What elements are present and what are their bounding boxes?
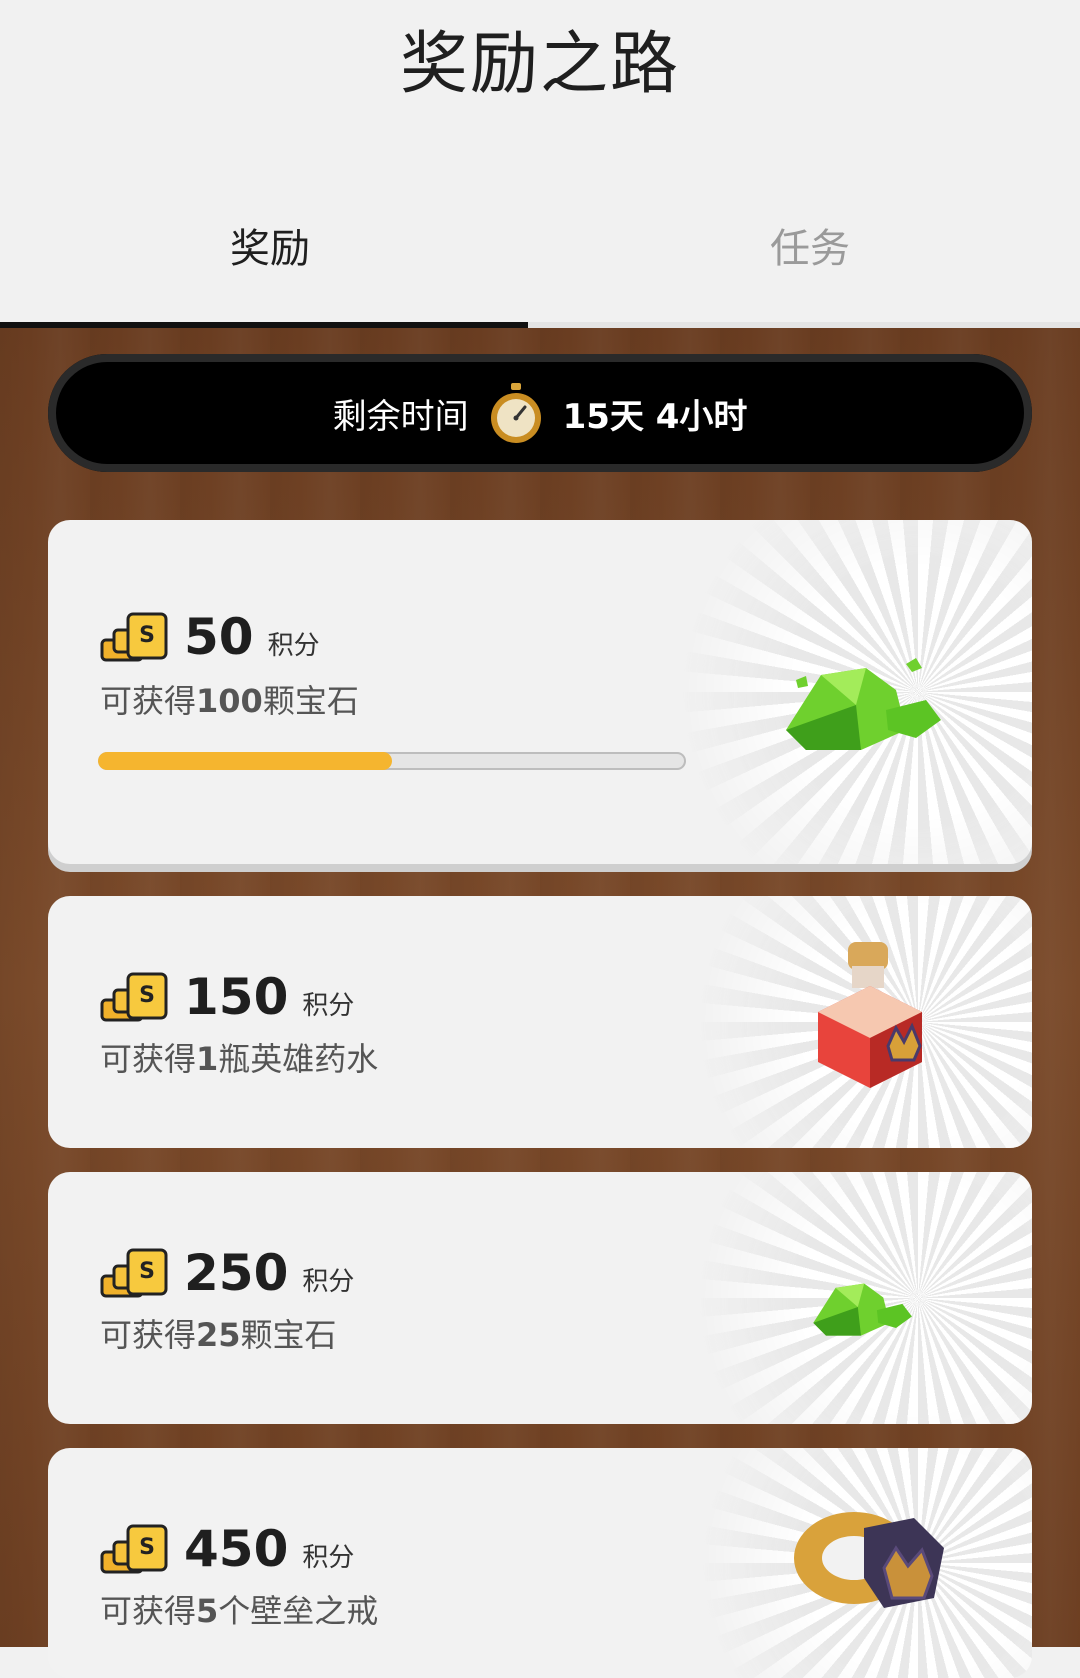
svg-text:S: S: [139, 983, 155, 1008]
reward-description: 可获得5个壁垒之戒: [100, 1592, 379, 1630]
reward-points: 150: [184, 968, 289, 1026]
tab-tasks[interactable]: 任务: [540, 216, 1080, 274]
time-remaining-label: 剩余时间: [332, 396, 469, 437]
reward-description: 可获得1瓶英雄药水: [100, 1040, 379, 1078]
wall-ring-icon: [794, 1512, 944, 1608]
time-remaining-bar: 剩余时间 15天 4小时: [48, 354, 1032, 472]
reward-points: 50: [184, 608, 254, 666]
points-unit: 积分: [302, 1543, 355, 1573]
reward-card[interactable]: S 450 积分 可获得5个壁垒之戒: [48, 1448, 1032, 1678]
gems-icon: [786, 658, 941, 750]
reward-card[interactable]: S 150 积分 可获得1瓶英雄药水: [48, 896, 1032, 1148]
tab-bar: 奖励 任务: [0, 180, 1080, 320]
svg-text:S: S: [139, 623, 155, 648]
stopwatch-icon: [490, 383, 541, 443]
reward-description: 可获得100颗宝石: [100, 682, 359, 720]
reward-points: 250: [184, 1244, 289, 1302]
tab-rewards[interactable]: 奖励: [0, 216, 540, 274]
svg-text:S: S: [139, 1259, 155, 1284]
progress-bar: [98, 752, 686, 770]
svg-text:S: S: [139, 1535, 155, 1560]
coins-icon: S: [100, 1524, 168, 1574]
gems-small-icon: [813, 1283, 912, 1336]
coins-icon: S: [100, 972, 168, 1022]
reward-points: 450: [184, 1520, 289, 1578]
progress-fill: [98, 752, 392, 770]
reward-description: 可获得25颗宝石: [100, 1316, 337, 1354]
points-unit: 积分: [267, 631, 320, 661]
points-unit: 积分: [302, 991, 355, 1021]
time-remaining-value: 15天 4小时: [562, 396, 748, 437]
page-title: 奖励之路: [399, 25, 680, 104]
hero-potion-icon: [818, 942, 922, 1088]
points-unit: 积分: [302, 1267, 355, 1297]
reward-card[interactable]: S 50 积分 可获得100颗宝石: [48, 520, 1032, 864]
coins-icon: S: [100, 612, 168, 662]
coins-icon: S: [100, 1248, 168, 1298]
reward-card[interactable]: S 250 积分 可获得25颗宝石: [48, 1172, 1032, 1424]
